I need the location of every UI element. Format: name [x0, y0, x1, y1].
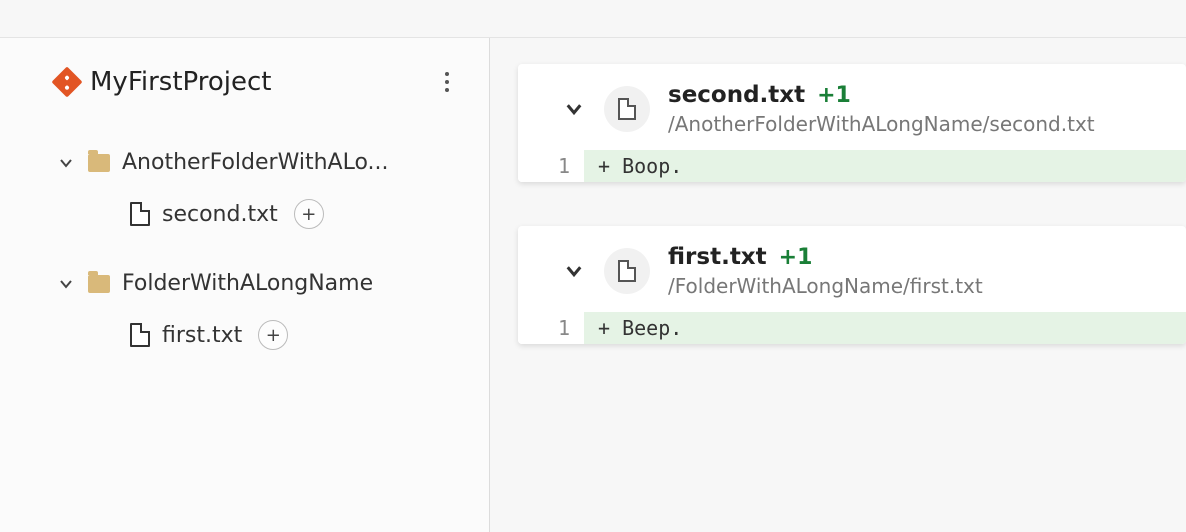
- diff-filename: second.txt: [668, 82, 805, 108]
- line-content: + Boop.: [584, 150, 1186, 182]
- top-toolbar: [0, 0, 1186, 38]
- file-icon: [618, 260, 636, 282]
- diff-change-count: +1: [779, 245, 813, 270]
- chevron-down-icon: [56, 274, 76, 294]
- diff-path: /AnotherFolderWithALongName/second.txt: [668, 112, 1095, 136]
- diff-card: second.txt +1 /AnotherFolderWithALongNam…: [518, 64, 1186, 182]
- diff-filename: first.txt: [668, 244, 767, 270]
- file-tree: AnotherFolderWithALo... second.txt + Fol…: [56, 138, 469, 362]
- diff-change-count: +1: [817, 83, 851, 108]
- folder-row[interactable]: FolderWithALongName: [56, 259, 469, 308]
- added-badge: +: [258, 320, 288, 350]
- diff-line: 1 + Beep.: [518, 312, 1186, 344]
- folder-label: FolderWithALongName: [122, 271, 373, 296]
- diff-card: first.txt +1 /FolderWithALongName/first.…: [518, 226, 1186, 344]
- kebab-icon: [445, 72, 449, 92]
- file-icon: [130, 323, 150, 347]
- folder-icon: [88, 275, 110, 293]
- diff-path: /FolderWithALongName/first.txt: [668, 274, 983, 298]
- line-content: + Beep.: [584, 312, 1186, 344]
- line-number: 1: [518, 312, 584, 344]
- folder-icon: [88, 154, 110, 172]
- chevron-down-icon[interactable]: [562, 99, 586, 119]
- more-menu-button[interactable]: [431, 66, 463, 98]
- file-row[interactable]: second.txt +: [130, 187, 469, 241]
- git-project-icon: [51, 66, 82, 97]
- diff-panel: second.txt +1 /AnotherFolderWithALongNam…: [490, 38, 1186, 532]
- diff-line: 1 + Boop.: [518, 150, 1186, 182]
- sidebar: MyFirstProject AnotherFolderWithALo... s…: [0, 38, 490, 532]
- file-icon: [130, 202, 150, 226]
- file-row[interactable]: first.txt +: [130, 308, 469, 362]
- file-label: second.txt: [162, 202, 278, 227]
- folder-row[interactable]: AnotherFolderWithALo...: [56, 138, 469, 187]
- chevron-down-icon: [56, 153, 76, 173]
- file-icon-circle: [604, 248, 650, 294]
- line-number: 1: [518, 150, 584, 182]
- file-label: first.txt: [162, 323, 242, 348]
- folder-label: AnotherFolderWithALo...: [122, 150, 389, 175]
- added-badge: +: [294, 199, 324, 229]
- chevron-down-icon[interactable]: [562, 261, 586, 281]
- file-icon-circle: [604, 86, 650, 132]
- project-title: MyFirstProject: [90, 67, 272, 97]
- file-icon: [618, 98, 636, 120]
